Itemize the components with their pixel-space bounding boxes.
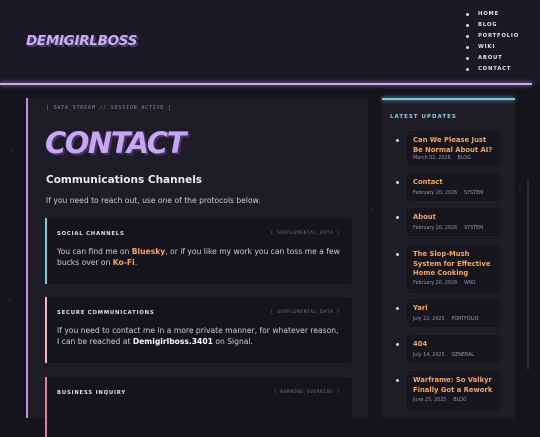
nav-item-home[interactable]: HOME [466, 9, 519, 20]
update-meta: February 20, 2026 SYSTEM [413, 191, 484, 196]
nav-item-about[interactable]: ABOUT [466, 53, 519, 64]
update-title[interactable]: About [413, 213, 497, 223]
card-secure-communications: SECURE COMMUNICATIONS [ SUPPLEMENTAL_DAT… [45, 297, 352, 363]
card-title: SOCIAL CHANNELS [57, 231, 125, 237]
card-accent-bar [45, 297, 47, 363]
update-item[interactable]: Can We Please Just Be Normal About AI? M… [396, 131, 500, 166]
bullet-icon [396, 307, 399, 310]
update-title[interactable]: 404 [413, 340, 497, 350]
update-item[interactable]: Yari July 22, 2025 PORTFOLIO [396, 299, 500, 327]
bullet-icon [466, 46, 469, 49]
update-title[interactable]: Yari [413, 304, 497, 314]
signal-handle: Demigirlboss.3401 [132, 337, 213, 346]
update-meta: February 20, 2026 WIKI [413, 281, 475, 286]
session-label: [ DATA_STREAM // SESSION_ACTIVE ] [46, 105, 172, 111]
update-item[interactable]: Warframe: So Valkyr Finally Got a Rework… [396, 371, 500, 411]
update-title[interactable]: The Slop-Mush System for Effective Home … [413, 250, 497, 279]
bullet-icon [396, 181, 399, 184]
bullet-icon [466, 57, 469, 60]
site-logo[interactable]: DEMIGIRLBOSS [26, 33, 137, 49]
bullet-icon [396, 379, 399, 382]
update-meta: February 20, 2026 SYSTEM [413, 226, 484, 231]
update-meta: July 22, 2025 PORTFOLIO [413, 317, 479, 322]
update-title[interactable]: Warframe: So Valkyr Finally Got a Rework [413, 376, 497, 395]
update-item[interactable]: Contact February 20, 2026 SYSTEM [396, 173, 500, 201]
update-item[interactable]: The Slop-Mush System for Effective Home … [396, 245, 500, 293]
nav-item-blog[interactable]: BLOG [466, 20, 519, 31]
update-item[interactable]: About February 20, 2026 SYSTEM [396, 208, 500, 236]
card-title: BUSINESS INQUIRY [57, 390, 127, 396]
nav-item-portfolio[interactable]: PORTFOLIO [466, 31, 519, 42]
scrollbar[interactable] [527, 180, 529, 370]
section-subtitle: Communications Channels [46, 174, 203, 186]
sidebar-accent-line [382, 98, 515, 100]
update-title[interactable]: Can We Please Just Be Normal About AI? [413, 136, 497, 155]
nav-item-wiki[interactable]: WIKI [466, 42, 519, 53]
card-tag: [ WARNING_OVERRIDE ] [273, 390, 340, 395]
header-divider [0, 83, 532, 85]
site-header: DEMIGIRLBOSS HOME BLOG PORTFOLIO WIKI AB… [0, 0, 540, 84]
card-business-inquiry: BUSINESS INQUIRY [ WARNING_OVERRIDE ] [45, 377, 352, 437]
latest-updates-sidebar: LATEST UPDATES Can We Please Just Be Nor… [382, 98, 515, 418]
bullet-icon [466, 13, 469, 16]
card-title: SECURE COMMUNICATIONS [57, 310, 155, 316]
card-tag: [ SUPPLEMENTAL_DATA ] [270, 231, 340, 236]
main-nav: HOME BLOG PORTFOLIO WIKI ABOUT CONTACT [466, 9, 519, 75]
card-tag: [ SUPPLEMENTAL_DATA ] [270, 310, 340, 315]
bullet-icon [466, 35, 469, 38]
bullet-icon [396, 253, 399, 256]
nav-item-contact[interactable]: CONTACT [466, 64, 519, 75]
bullet-icon [396, 216, 399, 219]
page-title: CONTACT [45, 126, 186, 160]
card-body: You can find me on Bluesky, or if you li… [57, 247, 340, 267]
sidebar-heading: LATEST UPDATES [390, 114, 457, 120]
bullet-icon [396, 139, 399, 142]
card-accent-bar [45, 377, 47, 437]
update-item[interactable]: 404 July 14, 2025 GENERAL [396, 335, 500, 363]
update-meta: March 02, 2026 BLOG [413, 156, 471, 161]
intro-text: If you need to reach out, use one of the… [46, 196, 261, 205]
bluesky-link[interactable]: Bluesky [132, 247, 165, 256]
update-meta: June 25, 2025 BLOG [413, 398, 467, 403]
card-social-channels: SOCIAL CHANNELS [ SUPPLEMENTAL_DATA ] Yo… [45, 218, 352, 284]
card-body: If you need to contact me in a more priv… [57, 326, 339, 346]
kofi-link[interactable]: Ko-Fi [113, 258, 135, 267]
card-accent-bar [45, 218, 47, 284]
update-meta: July 14, 2025 GENERAL [413, 353, 474, 358]
bullet-icon [466, 68, 469, 71]
bullet-icon [466, 24, 469, 27]
update-title[interactable]: Contact [413, 178, 497, 188]
main-panel: [ DATA_STREAM // SESSION_ACTIVE ] CONTAC… [26, 98, 368, 437]
bullet-icon [396, 343, 399, 346]
